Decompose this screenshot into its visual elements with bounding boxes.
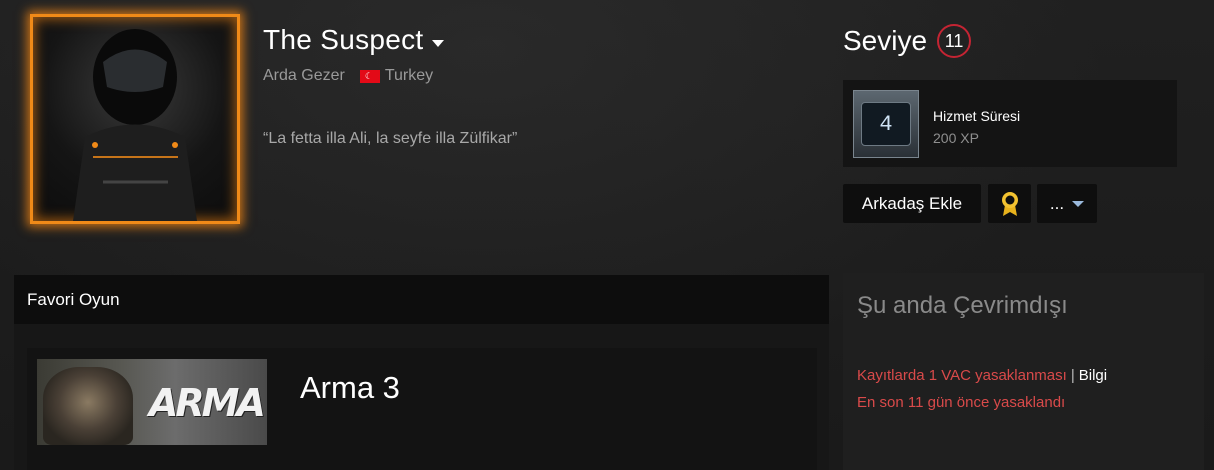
last-ban-text: En son 11 gün önce yasaklandı: [857, 394, 1066, 411]
profile-summary: “La fetta illa Ali, la seyfe illa Zülfik…: [263, 130, 518, 147]
persona-name-text: The Suspect: [263, 24, 424, 55]
favorite-game-card: ARMA Arma 3: [27, 348, 817, 470]
vac-info-link[interactable]: Bilgi: [1079, 367, 1107, 384]
game-capsule-image[interactable]: ARMA: [37, 359, 267, 445]
level-section: Seviye 11: [843, 24, 972, 58]
award-button[interactable]: [988, 184, 1031, 223]
avatar-image: [73, 29, 197, 221]
country-name: Turkey: [384, 67, 434, 84]
award-ribbon-icon: [1001, 191, 1018, 216]
chevron-down-icon[interactable]: [431, 39, 444, 47]
more-options-button[interactable]: ...: [1037, 184, 1097, 223]
caret-down-icon: [1072, 200, 1085, 207]
badge-number: 4: [861, 102, 911, 146]
vac-ban-text: Kayıtlarda 1 VAC yasaklanması: [857, 367, 1067, 384]
online-status: Şu anda Çevrimdışı: [857, 292, 1068, 319]
favorite-game-panel: Favori Oyun ARMA Arma 3: [14, 275, 829, 470]
profile-avatar[interactable]: [30, 14, 240, 224]
persona-name[interactable]: The Suspect: [263, 24, 444, 56]
add-friend-button[interactable]: Arkadaş Ekle: [843, 184, 981, 223]
vac-ban-line: Kayıtlarda 1 VAC yasaklanması | Bilgi: [857, 367, 1107, 384]
badge-xp: 200 XP: [933, 130, 979, 146]
arma-logo: ARMA: [149, 381, 266, 425]
status-panel: Şu anda Çevrimdışı Kayıtlarda 1 VAC yasa…: [843, 273, 1204, 470]
favorite-game-header: Favori Oyun: [14, 275, 829, 324]
real-name: Arda Gezer: [263, 67, 345, 84]
more-label: ...: [1049, 193, 1065, 213]
turkey-flag-icon: ☾: [359, 69, 380, 83]
separator: |: [1070, 367, 1075, 384]
favorite-badge[interactable]: 4 Hizmet Süresi 200 XP: [843, 80, 1177, 167]
soldier-artwork: [43, 367, 133, 445]
level-label: Seviye: [843, 25, 928, 56]
profile-subline: Arda Gezer ☾ Turkey: [263, 67, 433, 85]
level-badge[interactable]: 11: [937, 24, 972, 58]
years-of-service-badge-icon: 4: [853, 90, 919, 158]
badge-name: Hizmet Süresi: [933, 108, 1021, 124]
game-title-link[interactable]: Arma 3: [300, 370, 400, 406]
